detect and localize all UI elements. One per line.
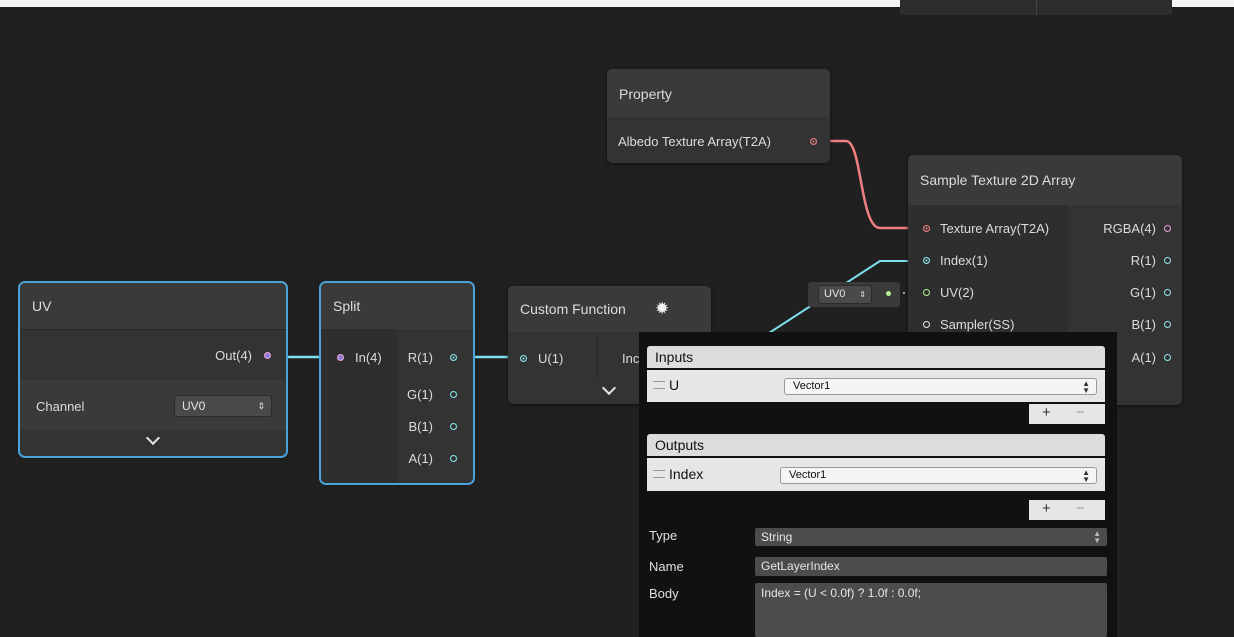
split-in-label: In(4): [355, 350, 382, 365]
add-output-button[interactable]: +: [1042, 500, 1051, 517]
uv-default-value: UV0: [824, 288, 846, 300]
output-row[interactable]: Index Vector1 ▲ ▼: [647, 458, 1105, 491]
dropdown-arrows-icon: ⇕: [257, 401, 265, 411]
split-out-a-label: A(1): [408, 451, 433, 466]
channel-label: Channel: [36, 399, 85, 414]
body-label: Body: [649, 586, 679, 601]
output-name: Index: [669, 466, 704, 482]
g-out-port[interactable]: [1164, 289, 1171, 296]
split-out-b-label: B(1): [408, 419, 433, 434]
type-select[interactable]: String ▲ ▼: [755, 528, 1107, 546]
rgba-out-label: RGBA(4): [1103, 221, 1156, 236]
name-label: Name: [649, 559, 684, 574]
custom-in-port[interactable]: [520, 355, 527, 362]
sample-node-title: Sample Texture 2D Array: [908, 155, 1182, 205]
uv-node-title: UV: [20, 283, 286, 329]
input-name: U: [669, 377, 680, 393]
index-in-label: Index(1): [940, 253, 988, 268]
select-arrows-icon: ▲ ▼: [1082, 468, 1090, 484]
input-row[interactable]: U Vector1 ▲ ▼: [647, 370, 1105, 402]
outputs-header: Outputs: [647, 434, 1105, 456]
split-out-r-port[interactable]: [450, 354, 457, 361]
property-node-title: Property: [607, 69, 830, 117]
remove-output-button[interactable]: −: [1076, 500, 1085, 517]
custom-in-label: U(1): [538, 351, 564, 366]
custom-out-label: Inc: [622, 351, 640, 366]
a-out-label: A(1): [1131, 350, 1156, 365]
split-node-title: Split: [321, 283, 473, 329]
uv-out-port[interactable]: [264, 352, 271, 359]
input-type-value: Vector1: [793, 380, 831, 392]
type-label: Type: [649, 528, 678, 543]
uv-node[interactable]: UV Out(4) Channel UV0 ⇕: [18, 281, 288, 458]
expand-chevron-icon[interactable]: [145, 430, 161, 446]
index-in-port[interactable]: [923, 257, 930, 264]
split-out-b-port[interactable]: [450, 423, 457, 430]
r-out-label: R(1): [1130, 253, 1156, 268]
uv-default-port[interactable]: [886, 291, 891, 296]
top-toolbar-strip: [900, 0, 1172, 15]
split-out-g-label: G(1): [407, 387, 433, 402]
input-type-select[interactable]: Vector1 ▲ ▼: [784, 378, 1097, 395]
property-out-label: Albedo Texture Array(T2A): [618, 134, 771, 149]
custom-function-title-text: Custom Function: [520, 301, 626, 317]
b-out-label: B(1): [1131, 317, 1156, 332]
expand-chevron-icon[interactable]: [601, 380, 617, 396]
custom-function-title: Custom Function ✹: [508, 286, 711, 332]
outputs-add-remove: + −: [1029, 500, 1105, 520]
custom-function-settings-panel: Inputs U Vector1 ▲ ▼ + − Outputs Index Ve…: [639, 332, 1117, 637]
channel-dropdown[interactable]: UV0 ⇕: [174, 395, 272, 417]
uv-default-node[interactable]: UV0 ⇕: [808, 282, 900, 307]
split-out-r-label: R(1): [407, 350, 433, 365]
remove-input-button[interactable]: −: [1076, 404, 1085, 421]
r-out-port[interactable]: [1164, 257, 1171, 264]
sampler-in-port[interactable]: [923, 321, 930, 328]
b-out-port[interactable]: [1164, 321, 1171, 328]
type-value: String: [761, 530, 793, 544]
uv-default-dropdown[interactable]: UV0 ⇕: [818, 285, 872, 304]
texture-array-in-label: Texture Array(T2A): [940, 221, 1050, 236]
select-arrows-icon: ▲ ▼: [1082, 379, 1090, 395]
body-textarea[interactable]: Index = (U < 0.0f) ? 1.0f : 0.0f;: [755, 583, 1107, 637]
output-type-select[interactable]: Vector1 ▲ ▼: [780, 467, 1097, 484]
uv-out-label: Out(4): [215, 348, 252, 363]
split-out-g-port[interactable]: [450, 391, 457, 398]
dropdown-arrows-icon: ⇕: [859, 290, 866, 299]
sampler-in-label: Sampler(SS): [940, 317, 1015, 332]
inputs-add-remove: + −: [1029, 404, 1105, 424]
select-arrows-icon: ▲ ▼: [1093, 529, 1101, 545]
split-out-a-port[interactable]: [450, 455, 457, 462]
name-field[interactable]: GetLayerIndex: [755, 557, 1107, 576]
split-in-port[interactable]: [337, 354, 344, 361]
gear-icon[interactable]: ✹: [655, 286, 669, 332]
uv-in-label: UV(2): [940, 285, 974, 300]
split-node[interactable]: Split In(4) R(1) G(1) B(1) A(1): [319, 281, 475, 485]
rgba-out-port[interactable]: [1164, 225, 1171, 232]
property-node[interactable]: Property Albedo Texture Array(T2A): [607, 69, 830, 163]
drag-handle-icon[interactable]: [653, 381, 665, 389]
inputs-header: Inputs: [647, 346, 1105, 368]
a-out-port[interactable]: [1164, 354, 1171, 361]
uv-in-port[interactable]: [923, 289, 930, 296]
drag-handle-icon[interactable]: [653, 470, 665, 478]
texture-array-in-port[interactable]: [923, 225, 930, 232]
channel-value: UV0: [182, 399, 206, 413]
output-type-value: Vector1: [789, 469, 827, 481]
property-out-port[interactable]: [810, 138, 817, 145]
g-out-label: G(1): [1130, 285, 1156, 300]
add-input-button[interactable]: +: [1042, 404, 1051, 421]
